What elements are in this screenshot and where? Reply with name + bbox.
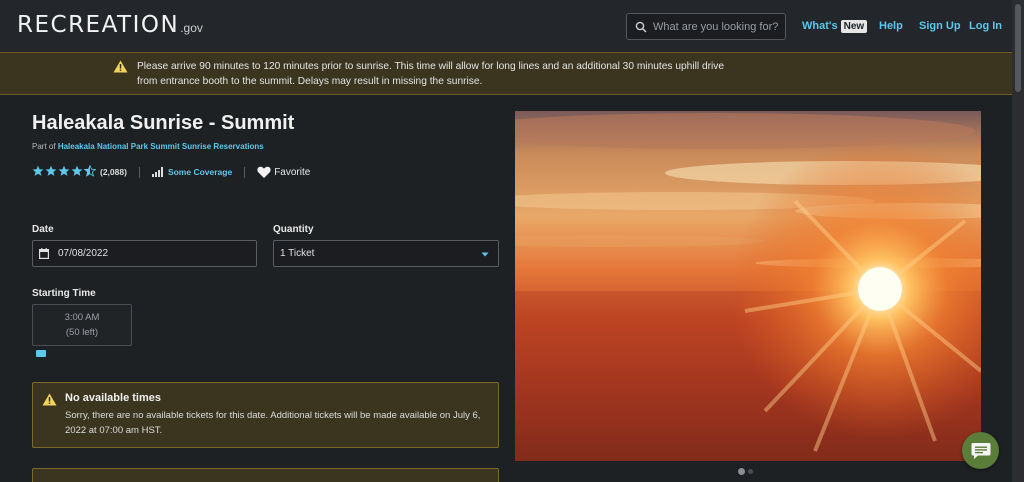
parent-facility-link[interactable]: Haleakala National Park Summit Sunrise R…	[58, 142, 264, 151]
heart-icon	[257, 166, 271, 178]
divider	[138, 166, 140, 178]
arrival-alert-banner: Please arrive 90 minutes to 120 minutes …	[0, 52, 1012, 95]
info-tag-icon	[36, 350, 46, 357]
logo-text: RECREATION	[17, 12, 180, 38]
star-rating-icon	[32, 164, 96, 176]
quantity-select[interactable]: 1 Ticket	[273, 240, 499, 267]
site-logo[interactable]: RECREATION .gov	[17, 12, 203, 40]
scrollbar-thumb[interactable]	[1015, 4, 1021, 92]
warning-icon	[42, 393, 57, 406]
nav-whats-new-label: What's	[802, 20, 838, 32]
carousel-dots	[738, 468, 753, 475]
rating-stars[interactable]	[32, 164, 96, 180]
calendar-icon	[39, 248, 49, 259]
page-scrollbar[interactable]	[1012, 0, 1024, 482]
secondary-alert	[32, 468, 499, 482]
chat-bubble-icon	[971, 442, 990, 459]
nav-log-in[interactable]: Log In	[969, 20, 1002, 32]
warning-icon	[113, 60, 128, 73]
time-slot-time: 3:00 AM	[64, 312, 100, 323]
starting-time-label: Starting Time	[32, 288, 96, 299]
coverage-info[interactable]: Some Coverage	[151, 167, 233, 177]
page-title: Haleakala Sunrise - Summit	[32, 112, 295, 134]
part-of-line: Part of Haleakala National Park Summit S…	[32, 142, 264, 151]
alert-title: No available times	[65, 392, 161, 404]
sunrise-photo[interactable]	[515, 111, 981, 461]
rating-row: (2,088) Some Coverage Favorite	[32, 164, 310, 180]
carousel-dot-active[interactable]	[738, 468, 745, 475]
quantity-value: 1 Ticket	[280, 248, 315, 259]
time-slot-availability: (50 left)	[65, 327, 99, 338]
alert-body: Sorry, there are no available tickets fo…	[65, 410, 481, 436]
sunrise-image	[515, 111, 981, 461]
coverage-label: Some Coverage	[167, 167, 233, 177]
logo-suffix: .gov	[180, 21, 203, 35]
carousel-dot[interactable]	[748, 469, 753, 474]
part-of-prefix: Part of	[32, 142, 56, 151]
nav-sign-up[interactable]: Sign Up	[919, 20, 961, 32]
chat-button[interactable]	[962, 432, 999, 469]
quantity-label: Quantity	[273, 224, 314, 235]
favorite-button[interactable]: Favorite	[257, 166, 310, 179]
no-availability-alert: No available times Sorry, there are no a…	[32, 382, 499, 448]
nav-whats-new[interactable]: What's New	[802, 20, 868, 33]
banner-text: Please arrive 90 minutes to 120 minutes …	[137, 61, 725, 87]
new-badge: New	[840, 20, 868, 33]
date-field[interactable]: 07/08/2022	[32, 240, 257, 267]
search-box[interactable]	[626, 13, 786, 40]
date-value: 07/08/2022	[58, 248, 109, 259]
time-slot-button[interactable]: 3:00 AM (50 left)	[32, 304, 132, 346]
search-input[interactable]	[653, 20, 783, 33]
date-label: Date	[32, 224, 54, 235]
nav-help[interactable]: Help	[879, 20, 903, 32]
favorite-label: Favorite	[274, 166, 311, 178]
caret-down-icon	[481, 252, 489, 257]
divider	[244, 166, 246, 178]
signal-bars-icon	[151, 167, 163, 177]
site-header: RECREATION .gov What'sNew Help Sign Up L…	[0, 0, 1012, 52]
search-icon	[635, 21, 647, 33]
rating-count[interactable]: (2,088)	[100, 167, 127, 177]
